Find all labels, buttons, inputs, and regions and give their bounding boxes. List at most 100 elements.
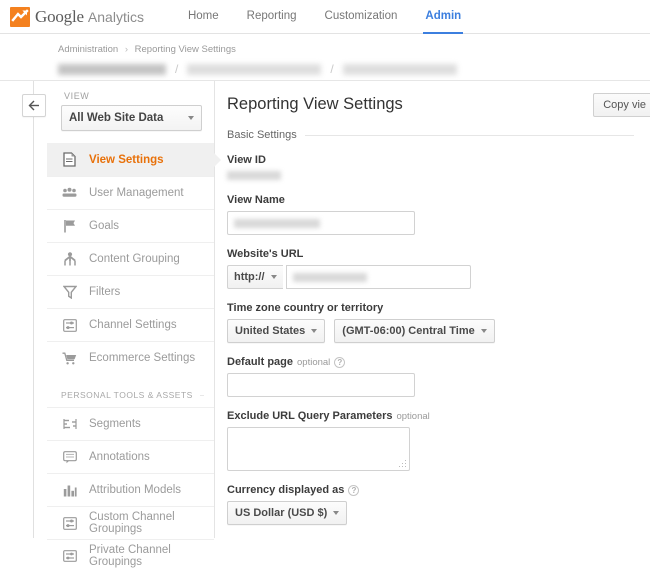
document-icon: [61, 152, 78, 167]
breadcrumb: Administration › Reporting View Settings: [58, 44, 650, 55]
rail-divider: [33, 81, 34, 538]
sidebar-item-segments[interactable]: Segments: [47, 407, 214, 440]
sidebar-item-annotations[interactable]: Annotations: [47, 440, 214, 473]
sidebar-item-view-settings[interactable]: View Settings: [47, 143, 221, 176]
sidebar-item-label: User Management: [89, 187, 184, 199]
sidebar-item-label: Ecommerce Settings: [89, 352, 196, 364]
currency-value: US Dollar (USD $): [235, 507, 328, 519]
sidebar-item-attribution-models[interactable]: Attribution Models: [47, 473, 214, 506]
exclude-query-params-label-text: Exclude URL Query Parameters: [227, 410, 393, 422]
account-path: / /: [58, 62, 650, 76]
sliders-icon: [61, 318, 78, 332]
exclude-query-params-label: Exclude URL Query Parameters optional: [227, 410, 650, 422]
basic-settings-label: Basic Settings: [227, 129, 297, 141]
website-url-label: Website's URL: [227, 248, 304, 260]
sidebar-item-label: Goals: [89, 220, 120, 232]
time-zone-country-value: United States: [235, 325, 306, 337]
collapse-rail: [0, 81, 47, 538]
time-zone-offset-select[interactable]: (GMT-06:00) Central Time: [334, 319, 495, 343]
collapse-sidebar-button[interactable]: [22, 94, 46, 117]
default-page-input[interactable]: [227, 373, 415, 397]
section-rule: [199, 394, 204, 396]
sidebar-item-ecommerce-settings[interactable]: Ecommerce Settings: [47, 341, 214, 374]
sidebar-section-view-label: VIEW: [64, 91, 90, 101]
breadcrumb-zone: Administration › Reporting View Settings…: [0, 34, 650, 81]
sidebar-item-label: Custom Channel Groupings: [89, 511, 175, 535]
nav-tab-admin[interactable]: Admin: [411, 0, 475, 35]
sidebar-item-custom-channel-groupings[interactable]: Custom Channel Groupings: [47, 506, 214, 539]
users-icon: [61, 187, 78, 199]
optional-tag: optional: [396, 410, 430, 422]
main-navigation: Home Reporting Customization Admin: [174, 0, 475, 35]
time-zone-field: Time zone country or territory United St…: [227, 302, 650, 343]
property-name-redacted[interactable]: [187, 63, 322, 75]
sidebar-item-filters[interactable]: Filters: [47, 275, 214, 308]
sidebar-section-personal-label: PERSONAL TOOLS & ASSETS: [61, 390, 193, 400]
view-name-input[interactable]: [227, 211, 415, 235]
nav-tab-customization[interactable]: Customization: [311, 0, 412, 33]
account-name-redacted[interactable]: [58, 63, 166, 75]
sidebar-item-label: Attribution Models: [89, 484, 182, 496]
sidebar-item-label: Filters: [89, 286, 121, 298]
currency-label: Currency displayed as ?: [227, 484, 650, 496]
sliders-icon: [61, 516, 78, 530]
sidebar-item-channel-settings[interactable]: Channel Settings: [47, 308, 214, 341]
brand-analytics: Analytics: [87, 8, 144, 25]
currency-label-text: Currency displayed as: [227, 484, 345, 496]
sidebar-section-personal-tools: PERSONAL TOOLS & ASSETS: [47, 374, 214, 407]
sidebar-nav-list: View Settings User Management Goals Cont…: [47, 143, 221, 572]
sidebar-item-user-management[interactable]: User Management: [47, 176, 214, 209]
website-url-input[interactable]: [285, 265, 471, 289]
sidebar-item-label: Private Channel Groupings: [89, 544, 171, 568]
google-analytics-logo[interactable]: Google Analytics: [10, 6, 144, 27]
sidebar-item-label: Segments: [89, 418, 141, 430]
page-title: Reporting View Settings: [227, 95, 403, 113]
path-separator-1: /: [175, 62, 179, 76]
flag-icon: [61, 219, 78, 233]
nav-tab-home[interactable]: Home: [174, 0, 233, 33]
default-page-label: Default page optional ?: [227, 356, 650, 368]
default-page-field: Default page optional ?: [227, 356, 650, 397]
view-name-field: View Name: [227, 194, 650, 235]
breadcrumb-administration[interactable]: Administration: [58, 44, 118, 55]
currency-select[interactable]: US Dollar (USD $): [227, 501, 348, 525]
view-selector-dropdown[interactable]: All Web Site Data: [61, 105, 202, 131]
sidebar-item-content-grouping[interactable]: Content Grouping: [47, 242, 214, 275]
sidebar-item-label: Content Grouping: [89, 253, 180, 265]
view-name-value-redacted: [234, 218, 320, 228]
view-id-field: View ID: [227, 154, 650, 180]
protocol-select[interactable]: http://: [227, 265, 283, 289]
help-icon[interactable]: ?: [348, 484, 360, 496]
sidebar-item-label: Channel Settings: [89, 319, 177, 331]
sidebar-item-label: View Settings: [89, 153, 164, 166]
content-shell: VIEW All Web Site Data View Settings Use…: [0, 81, 650, 568]
chevron-down-icon: [270, 275, 277, 279]
website-url-value-redacted: [292, 272, 367, 282]
main-content: Copy vie Reporting View Settings Basic S…: [215, 81, 650, 538]
view-name-label: View Name: [227, 194, 285, 206]
sidebar-item-label: Annotations: [89, 451, 150, 463]
view-sidebar: VIEW All Web Site Data View Settings Use…: [47, 81, 221, 568]
view-name-redacted[interactable]: [342, 63, 457, 75]
exclude-query-params-field: Exclude URL Query Parameters optional: [227, 410, 650, 471]
default-page-label-text: Default page: [227, 356, 294, 368]
bar-chart-icon: [61, 484, 78, 497]
nav-tab-reporting[interactable]: Reporting: [233, 0, 311, 33]
section-rule: [304, 134, 634, 136]
sidebar-item-private-channel-groupings[interactable]: Private Channel Groupings: [47, 539, 214, 572]
annotation-icon: [61, 450, 78, 464]
copy-view-button[interactable]: Copy vie: [593, 93, 650, 117]
chevron-down-icon: [333, 511, 340, 515]
chevron-down-icon: [480, 329, 487, 333]
exclude-query-params-textarea[interactable]: [227, 427, 410, 471]
optional-tag: optional: [297, 356, 331, 368]
sliders-private-icon: [61, 550, 78, 562]
segments-icon: [61, 418, 78, 430]
view-selector-value: All Web Site Data: [69, 112, 164, 124]
sidebar-item-goals[interactable]: Goals: [47, 209, 214, 242]
top-bar: Google Analytics Home Reporting Customiz…: [0, 0, 650, 35]
time-zone-country-select[interactable]: United States: [227, 319, 326, 343]
currency-field: Currency displayed as ? US Dollar (USD $…: [227, 484, 650, 525]
help-icon[interactable]: ?: [334, 356, 346, 368]
resize-handle-icon[interactable]: [399, 460, 407, 468]
